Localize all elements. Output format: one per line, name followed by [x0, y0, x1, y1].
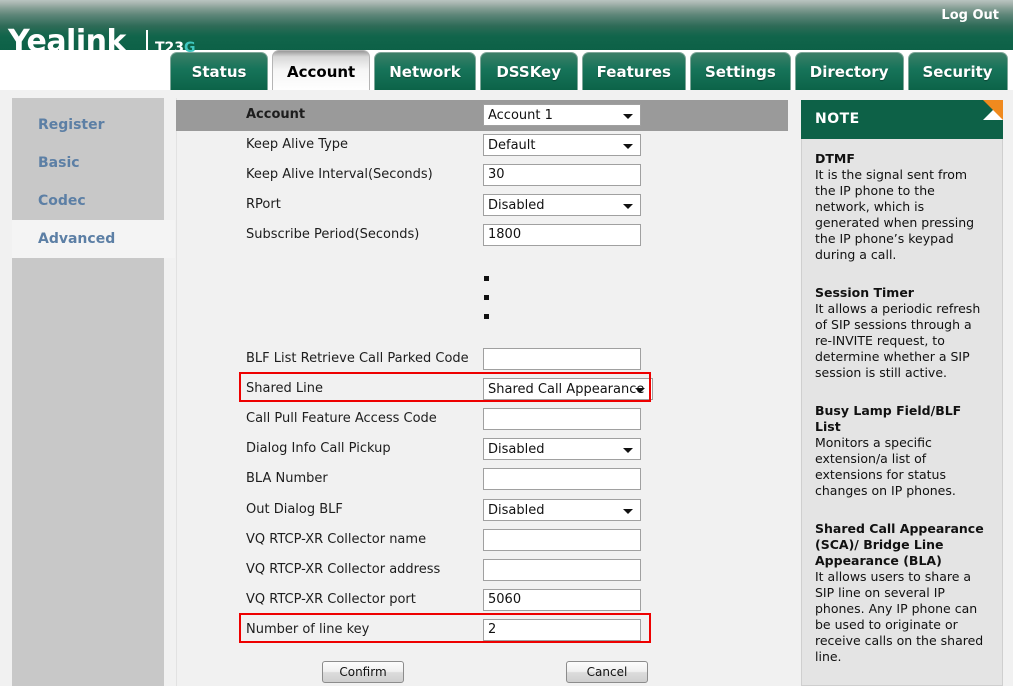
note-section-heading: Shared Call Appearance (SCA)/ Bridge Lin…: [815, 521, 984, 568]
chevron-down-icon: [635, 388, 645, 393]
select-dropdown[interactable]: Disabled: [483, 499, 641, 521]
tab-security[interactable]: Security: [907, 52, 1008, 90]
brand-logo: Yealink: [8, 24, 126, 59]
note-section-text: It allows a periodic refresh of SIP sess…: [815, 301, 981, 380]
text-input[interactable]: 5060: [483, 589, 641, 611]
field-label: Out Dialog BLF: [246, 502, 343, 517]
tab-account[interactable]: Account: [272, 50, 371, 92]
note-content: DTMF It is the signal sent from the IP ph…: [801, 139, 1003, 686]
field-label: BLA Number: [246, 471, 328, 486]
form-row: Keep Alive Interval(Seconds) 30: [176, 160, 788, 190]
form-row: BLA Number: [176, 464, 788, 494]
chevron-down-icon: [623, 509, 633, 514]
form-row: Dialog Info Call Pickup Disabled: [176, 434, 788, 464]
note-section-text: Monitors a specific extension/a list of …: [815, 435, 956, 498]
field-label: Shared Line: [246, 381, 323, 396]
select-value: Disabled: [488, 441, 545, 457]
logo-divider: [146, 30, 148, 54]
dot-3: [484, 314, 489, 319]
text-input[interactable]: 2: [483, 619, 641, 641]
tab-features[interactable]: Features: [581, 52, 686, 90]
note-corner-fold-icon: [983, 100, 1003, 120]
field-label: VQ RTCP-XR Collector port: [246, 592, 416, 607]
select-value: Default: [488, 137, 536, 153]
confirm-button[interactable]: Confirm: [322, 661, 404, 683]
form-row: Keep Alive Type Default: [176, 130, 788, 160]
note-header: NOTE: [801, 100, 1003, 139]
field-label: BLF List Retrieve Call Parked Code: [246, 351, 469, 366]
form-row: Subscribe Period(Seconds) 1800: [176, 220, 788, 250]
cancel-button[interactable]: Cancel: [566, 661, 648, 683]
select-dropdown[interactable]: Disabled: [483, 194, 641, 216]
text-input[interactable]: [483, 408, 641, 430]
text-input[interactable]: 1800: [483, 224, 641, 246]
select-dropdown[interactable]: Account 1: [483, 104, 641, 126]
form-row: Shared Line Shared Call Appearance: [176, 374, 788, 404]
select-value: Account 1: [488, 107, 553, 123]
field-label: Call Pull Feature Access Code: [246, 411, 437, 426]
form-row: Out Dialog BLF Disabled: [176, 495, 788, 525]
dot-1: [484, 276, 489, 281]
chevron-down-icon: [623, 204, 633, 209]
form-row: BLF List Retrieve Call Parked Code: [176, 344, 788, 374]
dot-2: [484, 295, 489, 300]
ellipsis-icon: [484, 276, 489, 333]
form-row: Account Account 1: [176, 100, 788, 130]
page-root: Yealink T23G Log Out Status Account Networ…: [0, 0, 1013, 686]
select-value: Shared Call Appearance: [488, 381, 645, 397]
field-label: Dialog Info Call Pickup: [246, 441, 391, 456]
field-label: Account: [246, 107, 306, 122]
select-dropdown[interactable]: Shared Call Appearance: [483, 378, 653, 400]
sidebar-item-register[interactable]: Register: [12, 106, 164, 144]
form-row: Call Pull Feature Access Code: [176, 404, 788, 434]
form-row: RPort Disabled: [176, 190, 788, 220]
field-label: Number of line key: [246, 622, 370, 637]
text-input[interactable]: [483, 559, 641, 581]
select-dropdown[interactable]: Disabled: [483, 438, 641, 460]
note-section-heading: DTMF: [815, 151, 855, 166]
form-row: VQ RTCP-XR Collector name: [176, 525, 788, 555]
text-input[interactable]: 30: [483, 164, 641, 186]
form-row: Number of line key 2: [176, 615, 788, 645]
field-label: VQ RTCP-XR Collector address: [246, 562, 441, 577]
note-section-text: It is the signal sent from the IP phone …: [815, 167, 975, 262]
field-label: VQ RTCP-XR Collector name: [246, 532, 427, 547]
select-value: Disabled: [488, 197, 545, 213]
sidebar-nav: Register Basic Codec Advanced: [12, 98, 175, 686]
select-dropdown[interactable]: Default: [483, 134, 641, 156]
field-label: Keep Alive Type: [246, 137, 349, 152]
tab-status[interactable]: Status: [170, 52, 268, 90]
form-row: VQ RTCP-XR Collector address: [176, 555, 788, 585]
sidebar-item-advanced[interactable]: Advanced: [12, 220, 175, 258]
field-label: RPort: [246, 197, 281, 212]
text-input[interactable]: [483, 529, 641, 551]
form-row: VQ RTCP-XR Collector port 5060: [176, 585, 788, 615]
tab-network[interactable]: Network: [374, 52, 476, 90]
app-header: Yealink T23G Log Out: [0, 0, 1013, 57]
chevron-down-icon: [623, 114, 633, 119]
tab-directory[interactable]: Directory: [794, 52, 904, 90]
note-section-heading: Busy Lamp Field/BLF List: [815, 403, 962, 434]
tab-settings[interactable]: Settings: [689, 52, 791, 90]
tab-dsskey[interactable]: DSSKey: [479, 52, 578, 90]
note-section-text: It allows users to share a SIP line on s…: [815, 569, 984, 664]
sidebar-item-codec[interactable]: Codec: [12, 182, 164, 220]
text-input[interactable]: [483, 348, 641, 370]
text-input[interactable]: [483, 468, 641, 490]
chevron-down-icon: [623, 144, 633, 149]
main-tabs: Status Account Network DSSKey Features Settin…: [170, 50, 1008, 92]
field-label: Keep Alive Interval(Seconds): [246, 167, 433, 182]
logout-link[interactable]: Log Out: [941, 8, 999, 23]
note-title: NOTE: [815, 111, 860, 127]
select-value: Disabled: [488, 502, 545, 518]
chevron-down-icon: [623, 448, 633, 453]
field-label: Subscribe Period(Seconds): [246, 227, 420, 242]
note-section-heading: Session Timer: [815, 285, 914, 300]
sidebar-item-basic[interactable]: Basic: [12, 144, 164, 182]
